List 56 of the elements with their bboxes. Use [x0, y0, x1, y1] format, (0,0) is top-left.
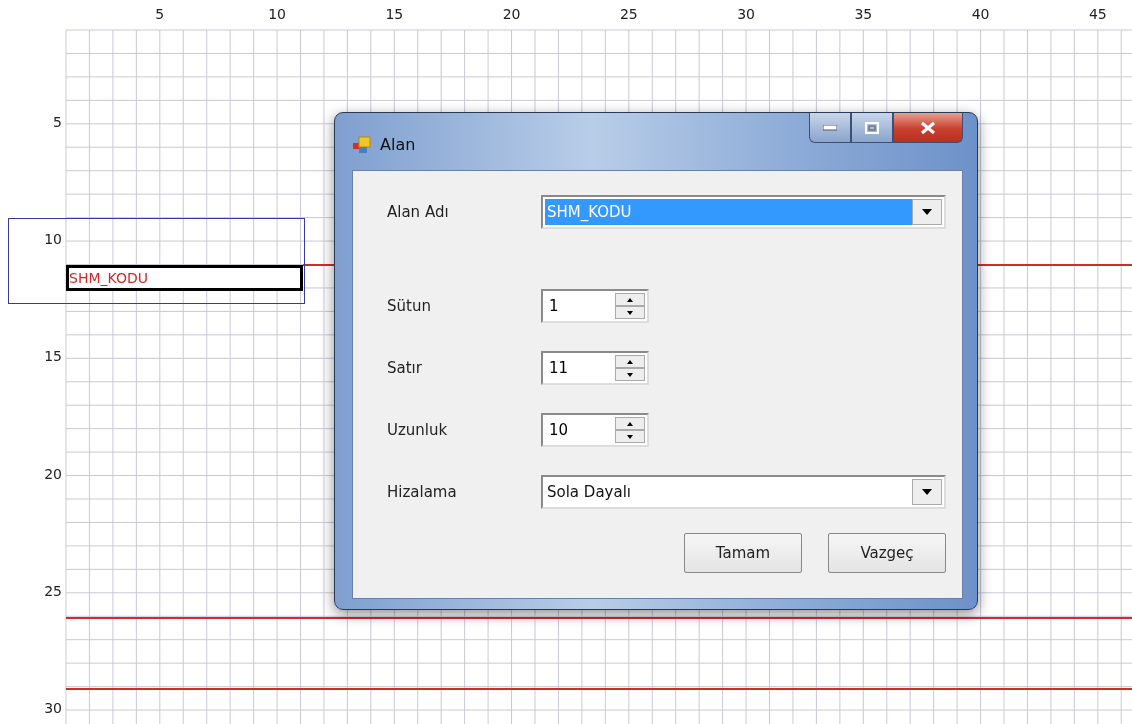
- column-number: 45: [1088, 6, 1107, 22]
- number-spinner[interactable]: 11: [541, 351, 649, 385]
- column-number: 25: [619, 6, 638, 22]
- column-number: 5: [155, 6, 165, 22]
- canvas-field[interactable]: SHM_KODU: [66, 265, 303, 291]
- up-arrow-button[interactable]: [615, 417, 645, 430]
- down-arrow-icon: [627, 310, 633, 315]
- spinner-value: 1: [548, 297, 560, 315]
- column-number: 15: [385, 6, 404, 22]
- column-number: 10: [268, 6, 286, 22]
- row-number: 25: [44, 582, 62, 599]
- up-arrow-icon: [627, 421, 633, 426]
- row-number: 10: [44, 231, 62, 248]
- dialog-button[interactable]: Vazgeç: [828, 533, 946, 573]
- column-number: 20: [502, 6, 521, 22]
- spinner-value: 11: [548, 359, 570, 377]
- minimize-icon: [823, 124, 837, 131]
- dialog-button[interactable]: Tamam: [684, 533, 802, 573]
- maximize-icon: [865, 121, 879, 134]
- column-number: 35: [854, 6, 873, 22]
- column-number: 40: [971, 6, 990, 22]
- dropdown-button[interactable]: [912, 479, 942, 505]
- window-title: Alan: [380, 135, 416, 154]
- row-number: 30: [44, 700, 62, 717]
- up-arrow-button[interactable]: [615, 355, 645, 368]
- dropdown-button[interactable]: [912, 199, 942, 225]
- spinner-value: 10: [548, 421, 570, 439]
- close-icon: [920, 120, 936, 135]
- row-number: 5: [53, 113, 62, 130]
- up-arrow-icon: [627, 359, 633, 364]
- dropdown-value: Sola Dayalı: [546, 482, 632, 503]
- caret-icon: [922, 209, 932, 215]
- minimize-button[interactable]: [809, 113, 851, 143]
- up-arrow-button[interactable]: [615, 293, 645, 306]
- up-arrow-icon: [627, 297, 633, 302]
- down-arrow-icon: [627, 434, 633, 439]
- dropdown-value: SHM_KODU: [545, 199, 912, 225]
- field-label: Uzunluk: [387, 421, 449, 439]
- down-arrow-icon: [627, 372, 633, 377]
- field-label: Hizalama: [387, 483, 458, 501]
- field-label: Sütun: [387, 297, 432, 315]
- column-number: 30: [737, 6, 755, 22]
- maximize-button[interactable]: [851, 113, 893, 143]
- field-label: Alan Adı: [387, 203, 450, 221]
- close-button[interactable]: [893, 113, 963, 143]
- window-icon: [352, 135, 372, 154]
- number-spinner[interactable]: 10: [541, 413, 649, 447]
- row-number: 15: [44, 348, 62, 365]
- dropdown[interactable]: Sola Dayalı: [541, 475, 946, 509]
- down-arrow-button[interactable]: [615, 430, 645, 443]
- field-label: Satır: [387, 359, 423, 377]
- caret-icon: [922, 489, 932, 495]
- number-spinner[interactable]: 1: [541, 289, 649, 323]
- row-number: 20: [44, 465, 62, 482]
- down-arrow-button[interactable]: [615, 306, 645, 319]
- down-arrow-button[interactable]: [615, 368, 645, 381]
